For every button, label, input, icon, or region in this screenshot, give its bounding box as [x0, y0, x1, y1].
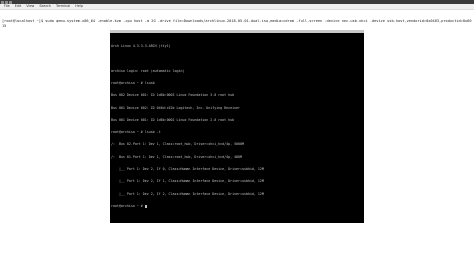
- vm-titlebar: [110, 30, 364, 33]
- console-prompt-line: root@archiso ~ #: [111, 204, 363, 208]
- console-line: |__ Port 1: Dev 2, If 0, Class=Human Int…: [111, 167, 264, 171]
- menu-edit[interactable]: Edit: [15, 4, 22, 9]
- console-line: /: Bus 02.Port 1: Dev 1, Class=root_hub,…: [111, 142, 244, 147]
- menu-help[interactable]: Help: [75, 4, 83, 9]
- menubar: File Edit View Search Terminal Help: [0, 4, 474, 10]
- menu-terminal[interactable]: Terminal: [56, 4, 70, 9]
- console-line: /: Bus 01.Port 1: Dev 1, Class=root_hub,…: [111, 154, 243, 159]
- console-line: archiso login: root (automatic login): [111, 68, 185, 73]
- cursor-icon: [144, 204, 147, 208]
- console-line: Bus 001 Device 002: ID 046d:c52b Logitec…: [111, 105, 241, 110]
- console-line: root@archiso ~ # lsusb -t: [111, 130, 161, 135]
- console-line: Arch Linux 4.3.3-3-ARCH (tty1): [111, 44, 171, 49]
- console-line: |__ Port 1: Dev 2, If 1, Class=Human Int…: [111, 179, 264, 184]
- menu-file[interactable]: File: [4, 4, 10, 9]
- qemu-vm-window[interactable]: Arch Linux 4.3.3-3-ARCH (tty1) archiso l…: [110, 30, 364, 223]
- console-line: root@archiso ~ # lsusb: [111, 81, 155, 86]
- console-line: Bus 001 Device 001: ID 1d6b:0002 Linux F…: [111, 117, 235, 122]
- host-command-line: [root@localhost ~]$ sudo qemu-system-x86…: [2, 19, 472, 28]
- vm-console-output[interactable]: Arch Linux 4.3.3-3-ARCH (tty1) archiso l…: [111, 36, 363, 216]
- menu-search[interactable]: Search: [39, 4, 51, 9]
- console-prompt: root@archiso ~ #: [111, 203, 145, 208]
- console-line: Bus 002 Device 001: ID 1d6b:0003 Linux F…: [111, 93, 235, 98]
- host-terminal-output[interactable]: [root@localhost ~]$ sudo qemu-system-x86…: [2, 11, 472, 32]
- menu-view[interactable]: View: [26, 4, 34, 9]
- console-line: |__ Port 1: Dev 2, If 2, Class=Human Int…: [111, 191, 264, 196]
